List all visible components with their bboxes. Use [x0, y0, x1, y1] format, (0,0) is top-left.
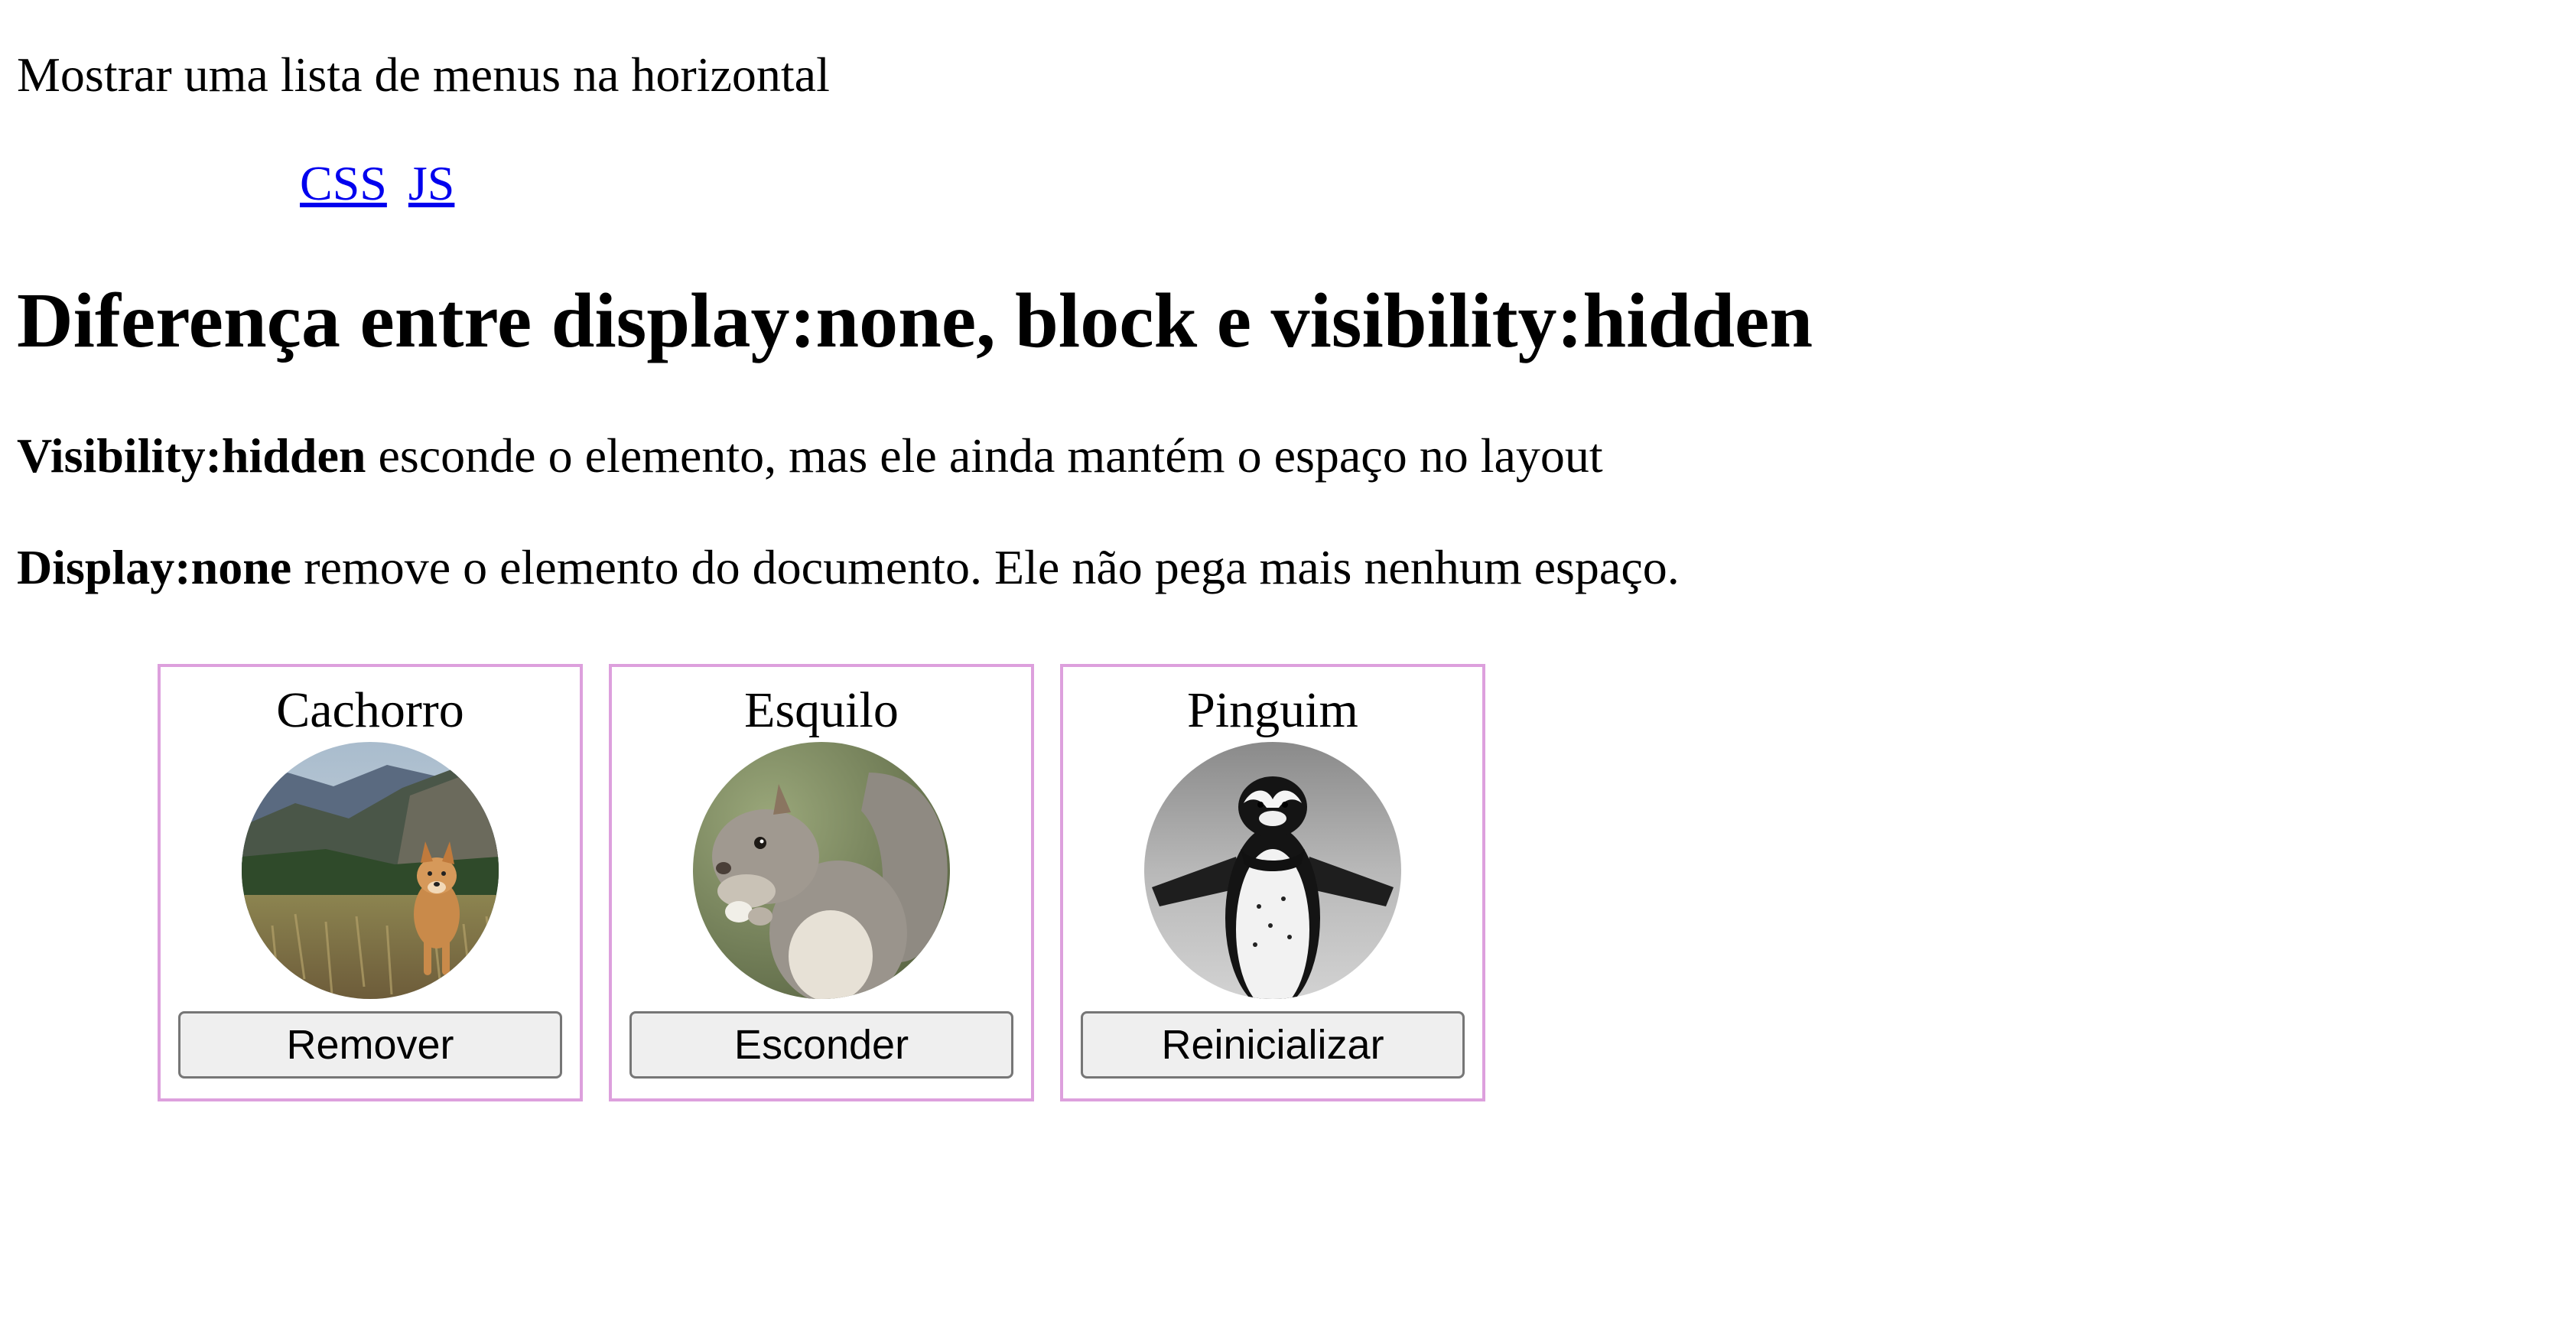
- card-title-penguin: Pinguim: [1187, 682, 1358, 738]
- squirrel-photo: [693, 742, 950, 999]
- card-penguin: Pinguim Reinicializar: [1060, 664, 1485, 1101]
- intro-text: Mostrar uma lista de menus na horizontal: [17, 47, 830, 102]
- card-squirrel: Esquilo Esconder: [609, 664, 1034, 1101]
- display-term: Display:none: [17, 540, 292, 594]
- reset-button[interactable]: Reinicializar: [1081, 1011, 1465, 1079]
- menu-link-css[interactable]: CSS: [300, 156, 387, 210]
- card-title-dog: Cachorro: [276, 682, 464, 738]
- card-dog: Cachorro Remover: [158, 664, 583, 1101]
- display-explanation: remove o elemento do documento. Ele não …: [291, 540, 1680, 594]
- hide-button[interactable]: Esconder: [629, 1011, 1013, 1079]
- menu-link-js[interactable]: JS: [408, 156, 455, 210]
- penguin-photo: [1144, 742, 1401, 999]
- card-title-squirrel: Esquilo: [744, 682, 899, 738]
- horizontal-menu: CSS JS: [300, 153, 463, 214]
- dog-photo: [242, 742, 499, 999]
- display-description: Display:none remove o elemento do docume…: [17, 537, 1680, 598]
- visibility-term: Visibility:hidden: [17, 428, 366, 483]
- remove-button[interactable]: Remover: [178, 1011, 562, 1079]
- page-heading: Diferença entre display:none, block e vi…: [17, 278, 1813, 364]
- visibility-explanation: esconde o elemento, mas ele ainda mantém…: [366, 428, 1603, 483]
- animal-cards: Cachorro Remover Esquilo Esconder Pingui…: [158, 664, 1485, 1101]
- visibility-description: Visibility:hidden esconde o elemento, ma…: [17, 425, 1603, 486]
